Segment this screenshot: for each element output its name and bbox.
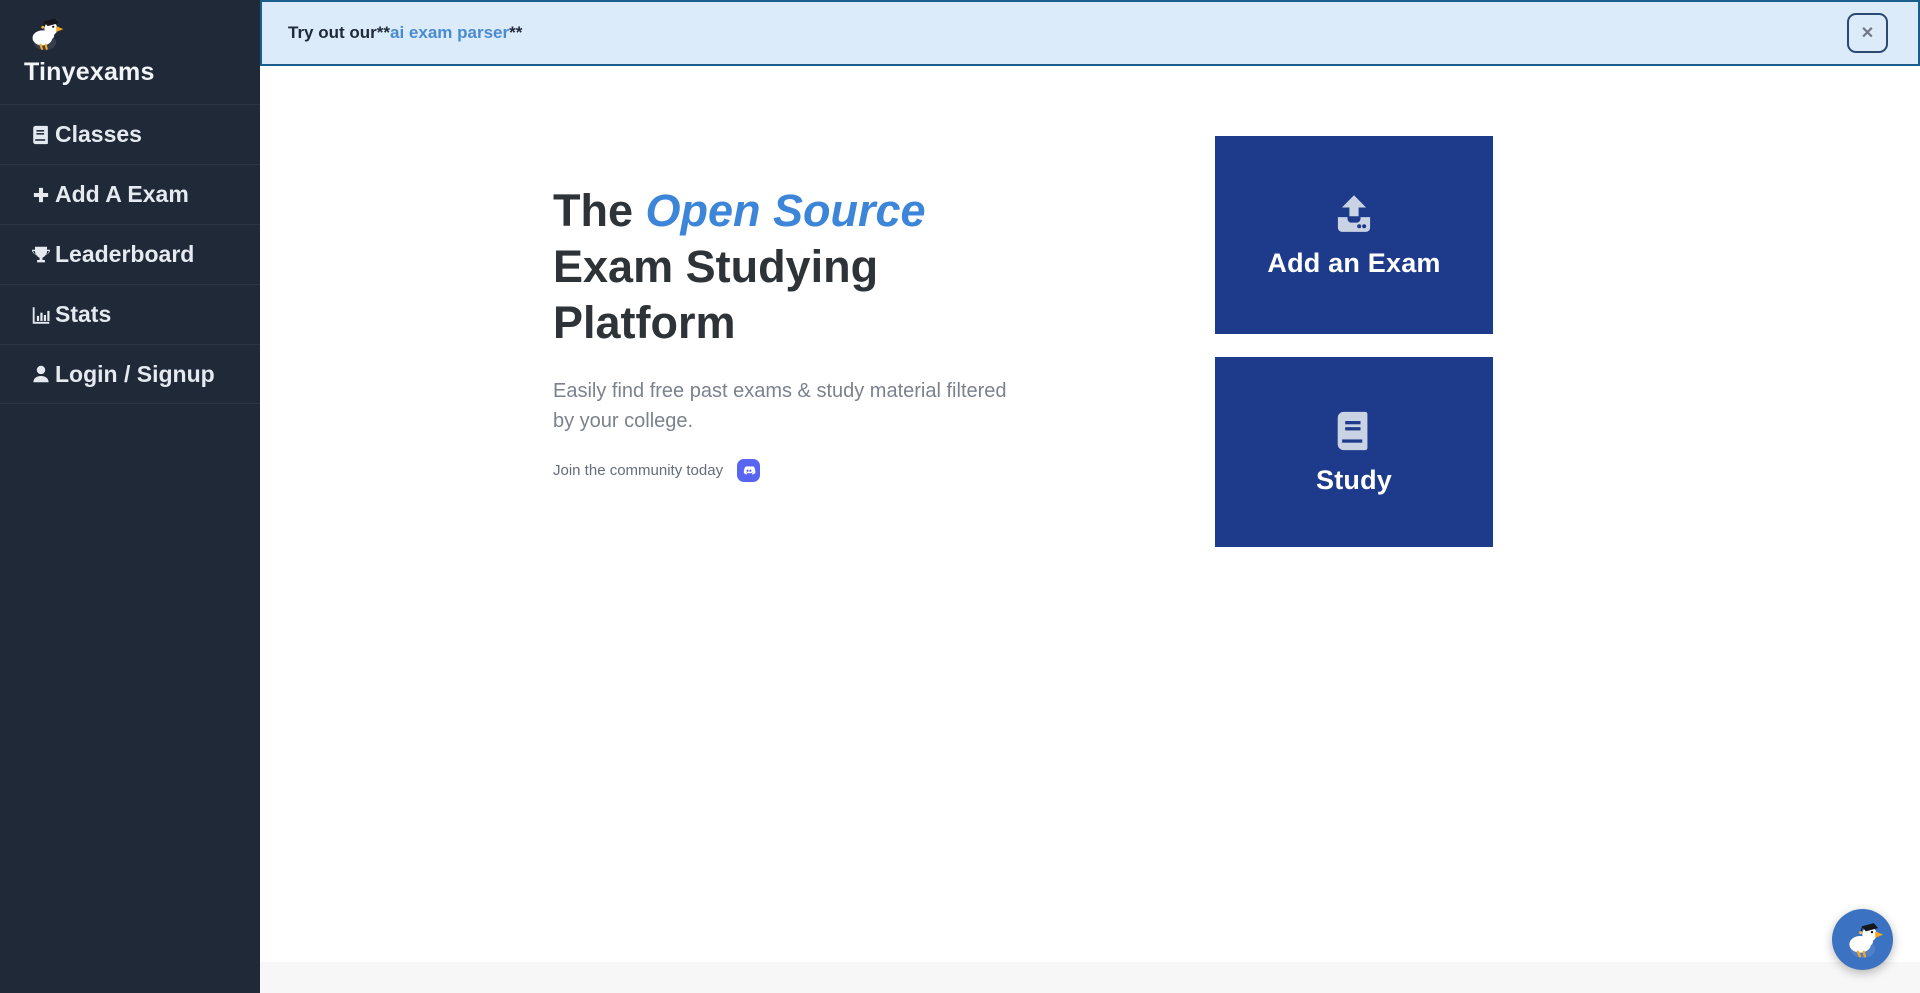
card-label: Add an Exam (1267, 248, 1440, 279)
title-highlight: Open Source (646, 185, 926, 236)
card-label: Study (1316, 465, 1392, 496)
page-title: The Open Source Exam Studying Platform (553, 183, 1033, 351)
duck-icon (1840, 917, 1886, 963)
hero-subtitle: Easily find free past exams & study mate… (553, 376, 1015, 436)
sidebar: Tinyexams Classes Add A Exam (0, 0, 260, 993)
sidebar-item-classes[interactable]: Classes (0, 104, 260, 164)
banner-text: Try out our**ai exam parser** (288, 23, 522, 43)
sidebar-item-login-signup[interactable]: Login / Signup (0, 344, 260, 404)
sidebar-item-add-a-exam[interactable]: Add A Exam (0, 164, 260, 224)
hero-section: The Open Source Exam Studying Platform E… (553, 183, 1033, 482)
study-card[interactable]: Study (1215, 357, 1493, 547)
brand-title: Tinyexams (24, 58, 260, 87)
title-suffix: Exam Studying Platform (553, 241, 878, 348)
sidebar-nav: Classes Add A Exam Leaderboard (0, 104, 260, 404)
book-icon (30, 124, 52, 146)
tinyexams-app: Tinyexams Classes Add A Exam (0, 0, 1920, 993)
community-text: Join the community today (553, 462, 723, 479)
sidebar-item-label: Add A Exam (55, 181, 189, 208)
duck-chat-fab[interactable] (1832, 909, 1893, 970)
community-row: Join the community today (553, 459, 1033, 482)
trophy-icon (30, 244, 52, 266)
discord-link[interactable] (737, 459, 760, 482)
title-prefix: The (553, 185, 646, 236)
logo-area: Tinyexams (0, 0, 260, 97)
add-an-exam-card[interactable]: Add an Exam (1215, 136, 1493, 334)
banner-close-button[interactable]: ✕ (1847, 13, 1888, 53)
duck-logo-icon (24, 13, 66, 55)
sidebar-item-label: Leaderboard (55, 241, 194, 268)
sidebar-item-leaderboard[interactable]: Leaderboard (0, 224, 260, 284)
plus-icon (30, 184, 52, 206)
footer-strip (260, 962, 1920, 993)
user-icon (30, 363, 52, 385)
close-icon: ✕ (1861, 23, 1874, 43)
upload-icon (1331, 191, 1377, 237)
action-cards: Add an Exam Study (1215, 136, 1493, 547)
banner-text-suffix: ** (509, 23, 522, 42)
sidebar-item-label: Stats (55, 301, 111, 328)
discord-icon (741, 463, 757, 479)
sidebar-item-label: Login / Signup (55, 361, 215, 388)
bar-chart-icon (30, 304, 52, 326)
sidebar-item-label: Classes (55, 121, 142, 148)
sidebar-item-stats[interactable]: Stats (0, 284, 260, 344)
banner-text-prefix: Try out our** (288, 23, 390, 42)
announcement-banner: Try out our**ai exam parser** ✕ (260, 0, 1920, 66)
ai-exam-parser-link[interactable]: ai exam parser (390, 23, 509, 42)
book-icon (1331, 408, 1377, 454)
